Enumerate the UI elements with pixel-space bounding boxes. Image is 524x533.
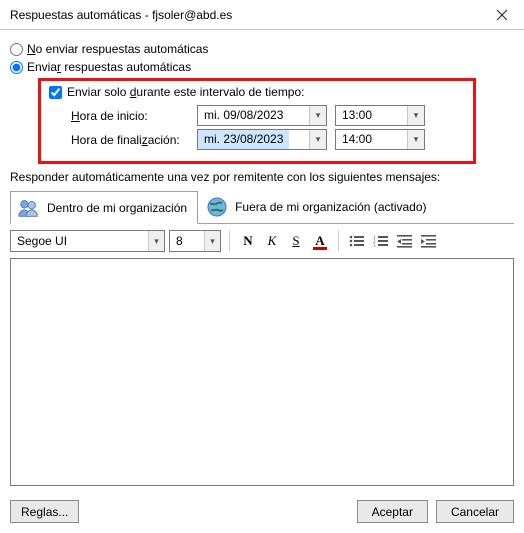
end-time-label: Hora de finalización: xyxy=(71,133,189,147)
tab-outside-org[interactable]: Fuera de mi organización (activado) xyxy=(198,190,437,223)
chevron-down-icon: ▾ xyxy=(407,106,424,125)
chevron-down-icon: ▾ xyxy=(204,231,220,251)
start-time-label: Hora de inicio: xyxy=(71,109,189,123)
reply-description: Responder automáticamente una vez por re… xyxy=(10,170,514,184)
bold-button[interactable]: N xyxy=(238,231,258,251)
radio-no-auto-reply[interactable]: No enviar respuestas automáticas xyxy=(10,42,514,56)
window-title: Respuestas automáticas - fjsoler@abd.es xyxy=(10,8,232,22)
italic-button[interactable]: K xyxy=(262,231,282,251)
svg-text:3: 3 xyxy=(373,244,376,248)
font-family-combo[interactable]: Segoe UI▾ xyxy=(10,230,165,252)
underline-button[interactable]: S xyxy=(286,231,306,251)
rules-button[interactable]: Reglas... xyxy=(10,500,79,523)
message-editor[interactable] xyxy=(10,258,514,486)
outdent-button[interactable] xyxy=(395,231,415,251)
time-range-highlight: Enviar solo durante este intervalo de ti… xyxy=(38,78,476,164)
numbered-list-button[interactable]: 123 xyxy=(371,231,391,251)
end-date-combo[interactable]: mi. 23/08/2023 ▾ xyxy=(197,129,327,150)
people-icon xyxy=(17,197,41,219)
ok-button[interactable]: Aceptar xyxy=(357,500,428,523)
font-size-combo[interactable]: 8▾ xyxy=(169,230,221,252)
tab-inside-org[interactable]: Dentro de mi organización xyxy=(10,191,198,224)
indent-button[interactable] xyxy=(419,231,439,251)
bullet-list-button[interactable] xyxy=(347,231,367,251)
radio-send-auto-reply[interactable]: Enviar respuestas automáticas xyxy=(10,60,514,74)
chevron-down-icon: ▾ xyxy=(148,231,164,251)
chevron-down-icon: ▾ xyxy=(407,130,424,149)
close-icon[interactable] xyxy=(479,0,524,30)
editor-toolbar: Segoe UI▾ 8▾ N K S A 123 xyxy=(10,230,514,252)
chevron-down-icon: ▾ xyxy=(309,130,326,149)
end-time-combo[interactable]: 14:00 ▾ xyxy=(335,129,425,150)
cancel-button[interactable]: Cancelar xyxy=(436,500,514,523)
font-color-button[interactable]: A xyxy=(310,231,330,251)
globe-icon xyxy=(205,196,229,218)
start-time-combo[interactable]: 13:00 ▾ xyxy=(335,105,425,126)
start-date-combo[interactable]: mi. 09/08/2023 ▾ xyxy=(197,105,327,126)
chevron-down-icon: ▾ xyxy=(309,106,326,125)
chk-time-range[interactable]: Enviar solo durante este intervalo de ti… xyxy=(49,85,465,99)
